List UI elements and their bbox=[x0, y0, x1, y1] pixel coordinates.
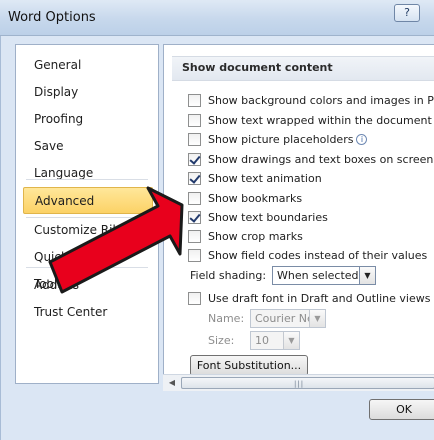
option-label: Show text boundaries bbox=[208, 210, 328, 224]
ok-button[interactable]: OK bbox=[369, 399, 434, 420]
field-shading-select[interactable]: When selected ▼ bbox=[272, 266, 376, 285]
chevron-down-icon[interactable]: ▼ bbox=[359, 267, 375, 284]
option-label: Use draft font in Draft and Outline view… bbox=[208, 291, 431, 305]
nav-item-display[interactable]: Display bbox=[16, 79, 158, 106]
option-label: Show crop marks bbox=[208, 229, 303, 243]
option-label: Show bookmarks bbox=[208, 191, 303, 205]
checkbox-checked[interactable] bbox=[188, 210, 201, 224]
option-show-drawings[interactable]: Show drawings and text boxes on screen bbox=[188, 150, 433, 168]
chevron-down-icon[interactable]: ▼ bbox=[283, 332, 299, 349]
grip-icon: ||| bbox=[294, 380, 305, 388]
help-button[interactable]: ? bbox=[394, 4, 420, 22]
option-show-field-codes[interactable]: Show field codes instead of their values bbox=[188, 246, 427, 264]
checkbox[interactable] bbox=[188, 113, 201, 127]
scrollbar-thumb[interactable]: ||| bbox=[181, 377, 434, 389]
option-label: Show field codes instead of their values bbox=[208, 248, 428, 262]
nav-divider bbox=[26, 179, 148, 180]
option-show-text-boundaries[interactable]: Show text boundaries bbox=[188, 208, 328, 226]
font-size-value: 10 bbox=[255, 334, 269, 347]
scroll-left-icon[interactable]: ◀ bbox=[166, 377, 178, 389]
nav-item-add-ins[interactable]: Add-Ins bbox=[16, 272, 158, 299]
option-use-draft-font[interactable]: Use draft font in Draft and Outline view… bbox=[188, 289, 430, 307]
nav-item-language[interactable]: Language bbox=[16, 160, 158, 187]
checkbox[interactable] bbox=[188, 229, 201, 243]
checkbox[interactable] bbox=[188, 93, 201, 107]
font-size-label: Size: bbox=[208, 334, 235, 347]
nav-divider bbox=[26, 267, 148, 268]
checkbox[interactable] bbox=[188, 191, 201, 205]
horizontal-scrollbar[interactable]: ◀ ||| bbox=[163, 374, 434, 391]
option-label: Show drawings and text boxes on screen bbox=[208, 152, 434, 166]
checkbox[interactable] bbox=[188, 132, 201, 146]
checkbox[interactable] bbox=[188, 248, 201, 262]
font-substitution-button[interactable]: Font Substitution... bbox=[190, 355, 308, 376]
field-shading-label: Field shading: bbox=[190, 269, 267, 282]
nav-item-customize-ribbon[interactable]: Customize Ribbon bbox=[16, 217, 158, 244]
option-show-picture-placeholders[interactable]: Show picture placeholders i bbox=[188, 130, 368, 148]
option-show-text-animation[interactable]: Show text animation bbox=[188, 169, 322, 187]
option-show-crop-marks[interactable]: Show crop marks bbox=[188, 227, 303, 245]
option-label: Show text wrapped within the document wi… bbox=[208, 113, 434, 127]
nav-item-advanced[interactable]: Advanced bbox=[23, 187, 153, 214]
section-header: Show document content bbox=[172, 56, 434, 81]
option-label: Show text animation bbox=[208, 171, 322, 185]
checkbox[interactable] bbox=[188, 291, 201, 305]
option-label: Show background colors and images in Pri… bbox=[208, 93, 434, 107]
font-name-label: Name: bbox=[208, 312, 245, 325]
options-pane: Show document content Show background co… bbox=[163, 44, 434, 386]
font-size-select[interactable]: 10 ▼ bbox=[250, 331, 300, 350]
option-show-text-wrapped[interactable]: Show text wrapped within the document wi… bbox=[188, 111, 434, 129]
nav-item-trust-center[interactable]: Trust Center bbox=[16, 299, 158, 326]
font-name-select[interactable]: Courier New ▼ bbox=[250, 309, 326, 328]
option-show-background-colors[interactable]: Show background colors and images in Pri… bbox=[188, 91, 434, 109]
info-icon: i bbox=[356, 133, 368, 145]
nav-item-general[interactable]: General bbox=[16, 52, 158, 79]
checkbox-checked[interactable] bbox=[188, 152, 201, 166]
window-title: Word Options bbox=[8, 10, 96, 25]
nav-item-save[interactable]: Save bbox=[16, 133, 158, 160]
checkbox-checked[interactable] bbox=[188, 171, 201, 185]
option-show-bookmarks[interactable]: Show bookmarks bbox=[188, 189, 302, 207]
dialog-body: General Display Proofing Save Language A… bbox=[0, 36, 434, 440]
option-label: Show picture placeholders bbox=[208, 132, 354, 146]
chevron-down-icon[interactable]: ▼ bbox=[309, 310, 325, 327]
nav-item-proofing[interactable]: Proofing bbox=[16, 106, 158, 133]
field-shading-value: When selected bbox=[277, 269, 359, 282]
title-bar: Word Options ? bbox=[0, 0, 434, 36]
options-nav: General Display Proofing Save Language A… bbox=[15, 44, 159, 384]
